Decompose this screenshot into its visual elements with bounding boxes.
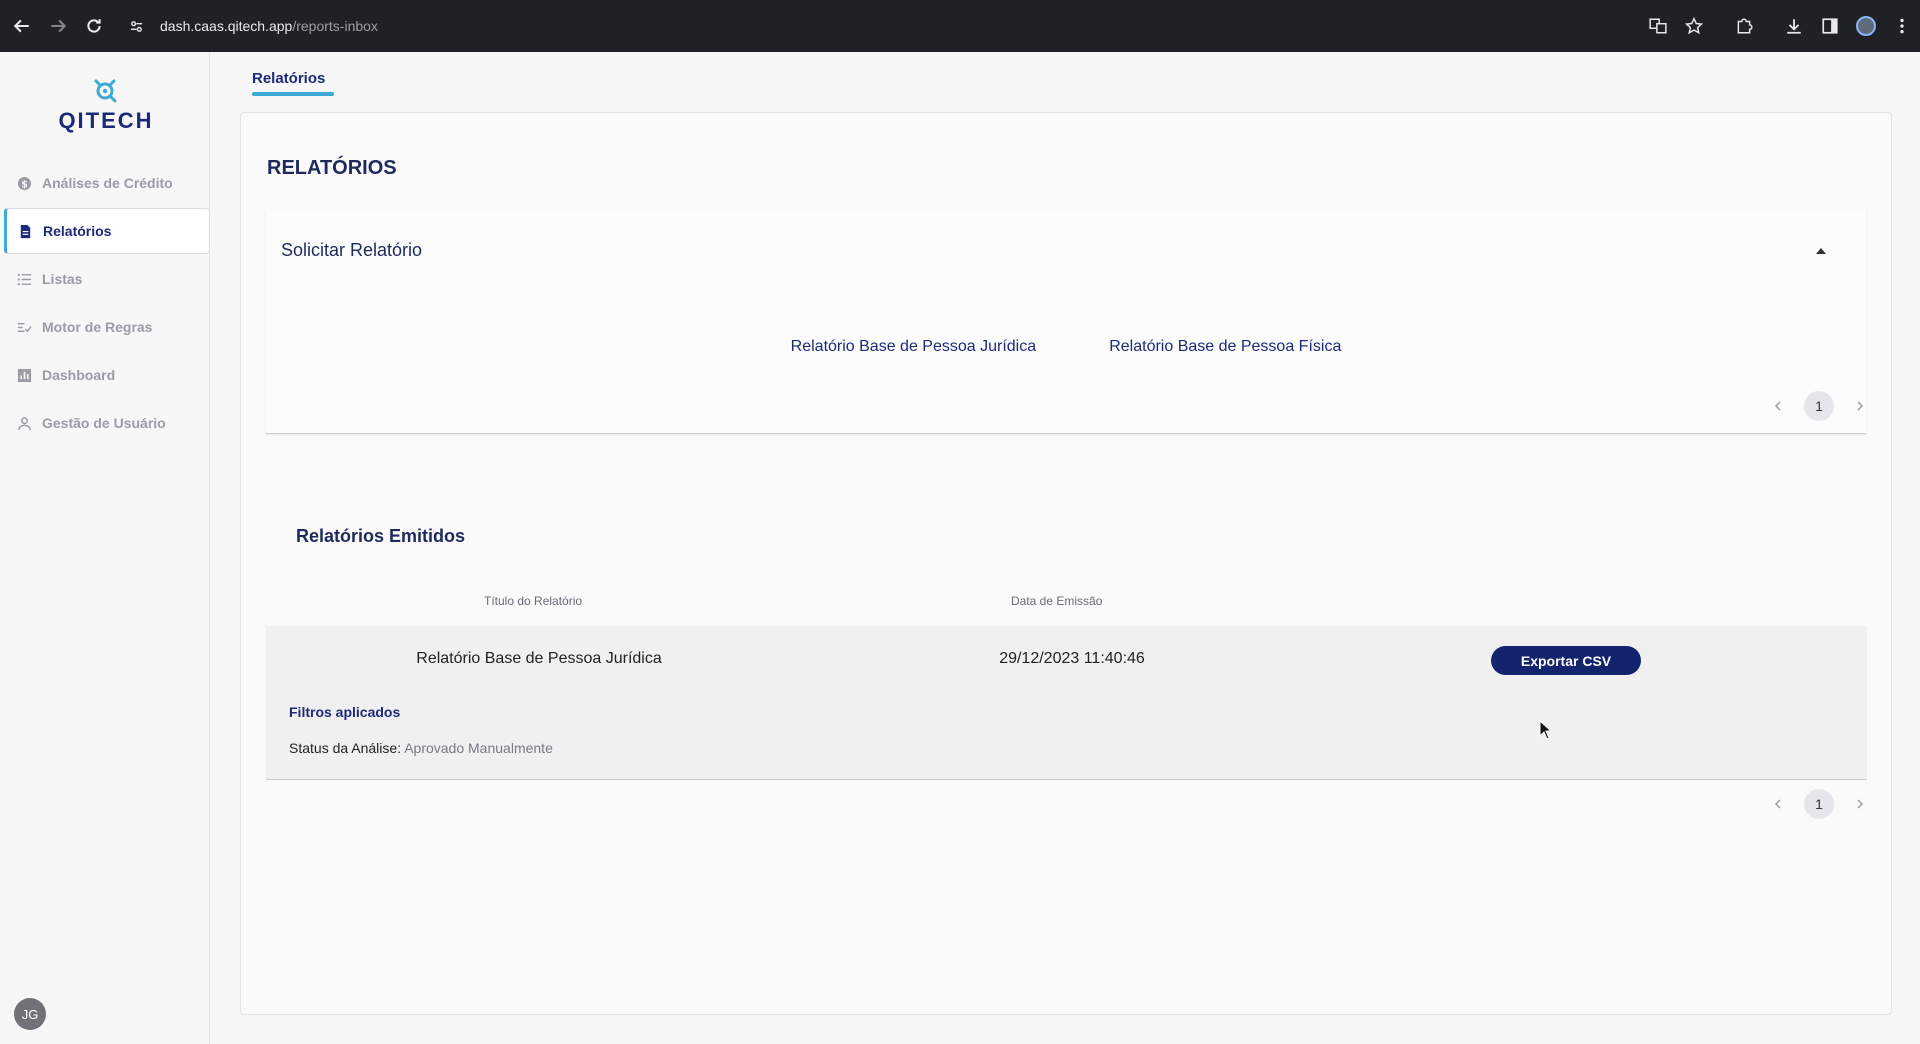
sidebar-item-label: Motor de Regras: [42, 319, 153, 335]
logo-text: QITECH: [58, 108, 154, 133]
sidebar-item-dashboard[interactable]: Dashboard: [4, 352, 210, 398]
next-page-button[interactable]: [1848, 394, 1872, 418]
bookmark-button[interactable]: [1676, 8, 1712, 44]
sidebar-item-label: Análises de Crédito: [42, 175, 173, 191]
page-number[interactable]: 1: [1804, 789, 1834, 819]
dollar-circle-icon: $: [16, 175, 32, 191]
sidebar-item-listas[interactable]: Listas: [4, 256, 210, 302]
report-title-cell: Relatório Base de Pessoa Jurídica: [416, 650, 662, 667]
column-header-date: Data de Emissão: [1011, 594, 1103, 608]
panel-title: Solicitar Relatório: [281, 240, 423, 260]
sidebar-item-gestao-de-usuario[interactable]: Gestão de Usuário: [4, 400, 210, 446]
issued-pagination: 1: [1766, 789, 1872, 819]
main-content: RELATÓRIOS Solicitar Relatório Relatório…: [240, 112, 1892, 1015]
url-text: dash.caas.qitech.app/reports-inbox: [160, 18, 378, 34]
prev-page-button[interactable]: [1766, 394, 1790, 418]
download-icon: [1787, 19, 1801, 34]
reload-button[interactable]: [76, 8, 112, 44]
extensions-button[interactable]: [1726, 8, 1762, 44]
sidebar-item-label: Dashboard: [42, 367, 116, 383]
sidebar: QITECH $ Análises de Crédito Relatórios …: [0, 52, 210, 1044]
puzzle-icon: [1737, 18, 1753, 34]
sidebar-item-label: Relatórios: [43, 223, 112, 239]
downloads-button[interactable]: [1776, 8, 1812, 44]
site-settings-icon[interactable]: [124, 14, 148, 38]
chevron-left-icon: [1774, 401, 1781, 411]
sidebar-item-label: Gestão de Usuário: [42, 415, 166, 431]
request-pagination: 1: [1766, 391, 1872, 421]
document-icon: [17, 223, 33, 239]
forward-button[interactable]: [40, 8, 76, 44]
profile-button[interactable]: [1848, 8, 1884, 44]
user-icon: [16, 415, 32, 431]
page-number[interactable]: 1: [1804, 391, 1834, 421]
browser-actions: [1640, 8, 1920, 44]
kebab-menu-icon: [1900, 18, 1904, 34]
caret-up-icon[interactable]: [1816, 248, 1826, 254]
next-page-button[interactable]: [1848, 792, 1872, 816]
url-path: /reports-inbox: [292, 18, 378, 34]
filters-label: Filtros aplicados: [289, 704, 401, 720]
export-csv-button[interactable]: Exportar CSV: [1491, 646, 1641, 675]
filter-value: Aprovado Manualmente: [404, 740, 553, 756]
logo-icon: [94, 79, 117, 103]
url-host: dash.caas.qitech.app: [160, 18, 293, 34]
prev-page-button[interactable]: [1766, 792, 1790, 816]
report-link-pessoa-fisica[interactable]: Relatório Base de Pessoa Física: [1109, 338, 1341, 356]
bar-chart-icon: [16, 367, 32, 383]
report-link-pessoa-juridica[interactable]: Relatório Base de Pessoa Jurídica: [791, 338, 1036, 356]
back-button[interactable]: [4, 8, 40, 44]
filter-status: Status da Análise: Aprovado Manualmente: [289, 740, 553, 756]
report-date-cell: 29/12/2023 11:40:46: [999, 650, 1145, 667]
arrow-right-icon: [51, 19, 67, 33]
browser-toolbar: dash.caas.qitech.app/reports-inbox: [0, 0, 1920, 52]
chevron-left-icon: [1774, 799, 1781, 809]
reload-icon: [87, 19, 101, 33]
star-icon: [1685, 17, 1703, 35]
profile-avatar: [1856, 16, 1876, 36]
sidebar-item-relatorios[interactable]: Relatórios: [4, 208, 210, 254]
translate-icon: [1649, 18, 1667, 34]
mouse-cursor-icon: [1539, 720, 1553, 740]
translate-button[interactable]: [1640, 8, 1676, 44]
sidebar-item-analises-de-credito[interactable]: $ Análises de Crédito: [4, 160, 210, 206]
list-icon: [16, 271, 32, 287]
chevron-right-icon: [1857, 401, 1864, 411]
sidebar-menu: $ Análises de Crédito Relatórios Listas …: [4, 160, 210, 448]
report-type-links: Relatório Base de Pessoa Jurídica Relató…: [266, 336, 1866, 356]
chevron-right-icon: [1857, 799, 1864, 809]
filter-key: Status da Análise:: [289, 740, 402, 756]
menu-button[interactable]: [1884, 8, 1920, 44]
table-row: Relatório Base de Pessoa Jurídica 29/12/…: [266, 626, 1867, 780]
request-report-panel: Solicitar Relatório Relatório Base de Pe…: [266, 210, 1866, 434]
tab-active-indicator: [252, 92, 334, 96]
arrow-left-icon: [13, 19, 29, 33]
address-bar[interactable]: dash.caas.qitech.app/reports-inbox: [124, 8, 1624, 44]
issued-reports-title: Relatórios Emitidos: [296, 526, 466, 546]
side-panel-button[interactable]: [1812, 8, 1848, 44]
side-panel-icon: [1822, 18, 1838, 34]
column-header-title: Título do Relatório: [484, 594, 583, 608]
page-title: RELATÓRIOS: [267, 157, 397, 179]
qitech-logo[interactable]: QITECH: [48, 76, 164, 136]
sidebar-item-motor-de-regras[interactable]: Motor de Regras: [4, 304, 210, 350]
tab-relatorios[interactable]: Relatórios: [252, 70, 325, 87]
user-avatar[interactable]: JG: [14, 998, 46, 1030]
svg-text:$: $: [21, 179, 28, 190]
rules-icon: [16, 319, 32, 335]
sidebar-item-label: Listas: [42, 271, 83, 287]
